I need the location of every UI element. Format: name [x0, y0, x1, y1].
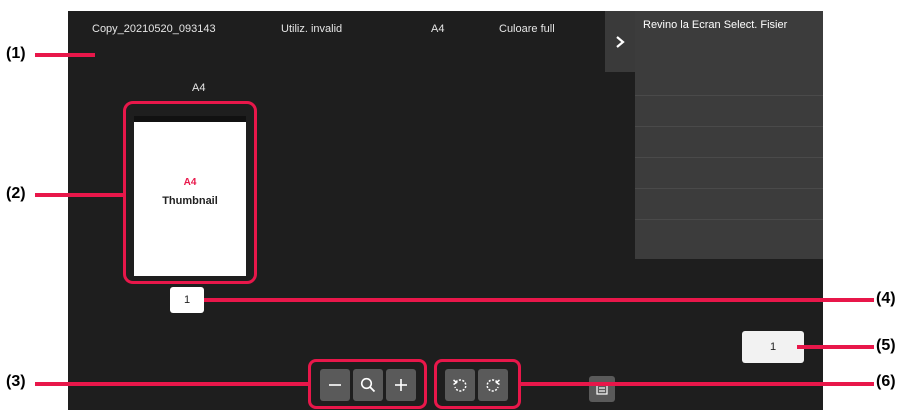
side-panel-item[interactable] — [635, 158, 823, 189]
color-mode: Culoare full — [499, 23, 555, 35]
callout-line-4 — [204, 298, 874, 302]
paper-size: A4 — [431, 23, 445, 35]
info-bar: Copy_20210520_093143 Utiliz. invalid A4 … — [68, 11, 605, 47]
callout-line-5 — [797, 345, 874, 349]
side-panel-item[interactable] — [635, 65, 823, 96]
callout-line-2 — [35, 193, 125, 197]
side-panel-toggle[interactable] — [605, 11, 635, 72]
file-name: Copy_20210520_093143 — [92, 23, 216, 35]
thumbnail-size-label: A4 — [192, 82, 206, 94]
rotate-right-button[interactable] — [478, 369, 508, 401]
back-to-file-select-link[interactable]: Revino la Ecran Select. Fisier — [643, 19, 813, 32]
zoom-in-button[interactable] — [386, 369, 416, 401]
callout-label-2: (2) — [6, 185, 26, 202]
rotate-right-icon — [486, 379, 500, 392]
page-number: 1 — [170, 287, 204, 313]
thumbnail-size-text: A4 — [183, 177, 197, 188]
zoom-button[interactable] — [353, 369, 383, 401]
minus-icon — [329, 384, 341, 386]
rotate-left-button[interactable] — [445, 369, 475, 401]
total-pages: 1 — [742, 331, 804, 363]
callout-label-1: (1) — [6, 45, 26, 62]
callout-label-3: (3) — [6, 373, 26, 390]
side-panel: Revino la Ecran Select. Fisier — [635, 11, 823, 259]
zoom-out-button[interactable] — [320, 369, 350, 401]
callout-line-3 — [35, 382, 310, 386]
callout-label-6: (6) — [876, 373, 896, 390]
side-panel-item[interactable] — [635, 127, 823, 158]
side-panel-item[interactable] — [635, 96, 823, 127]
chevron-right-icon — [616, 35, 625, 48]
callout-line-1 — [35, 53, 95, 57]
page-thumbnail[interactable]: A4 Thumbnail — [134, 116, 246, 276]
thumbnail-text: Thumbnail — [162, 195, 218, 207]
magnifier-icon — [360, 377, 376, 393]
callout-label-4: (4) — [876, 290, 896, 307]
side-panel-item[interactable] — [635, 189, 823, 220]
rotate-left-icon — [453, 379, 467, 392]
user-name: Utiliz. invalid — [281, 23, 343, 35]
menu-button[interactable] — [589, 376, 615, 402]
callout-line-6 — [519, 382, 874, 386]
preview-screen: Copy_20210520_093143 Utiliz. invalid A4 … — [68, 11, 823, 410]
plus-icon — [395, 379, 407, 391]
callout-label-5: (5) — [876, 337, 896, 354]
